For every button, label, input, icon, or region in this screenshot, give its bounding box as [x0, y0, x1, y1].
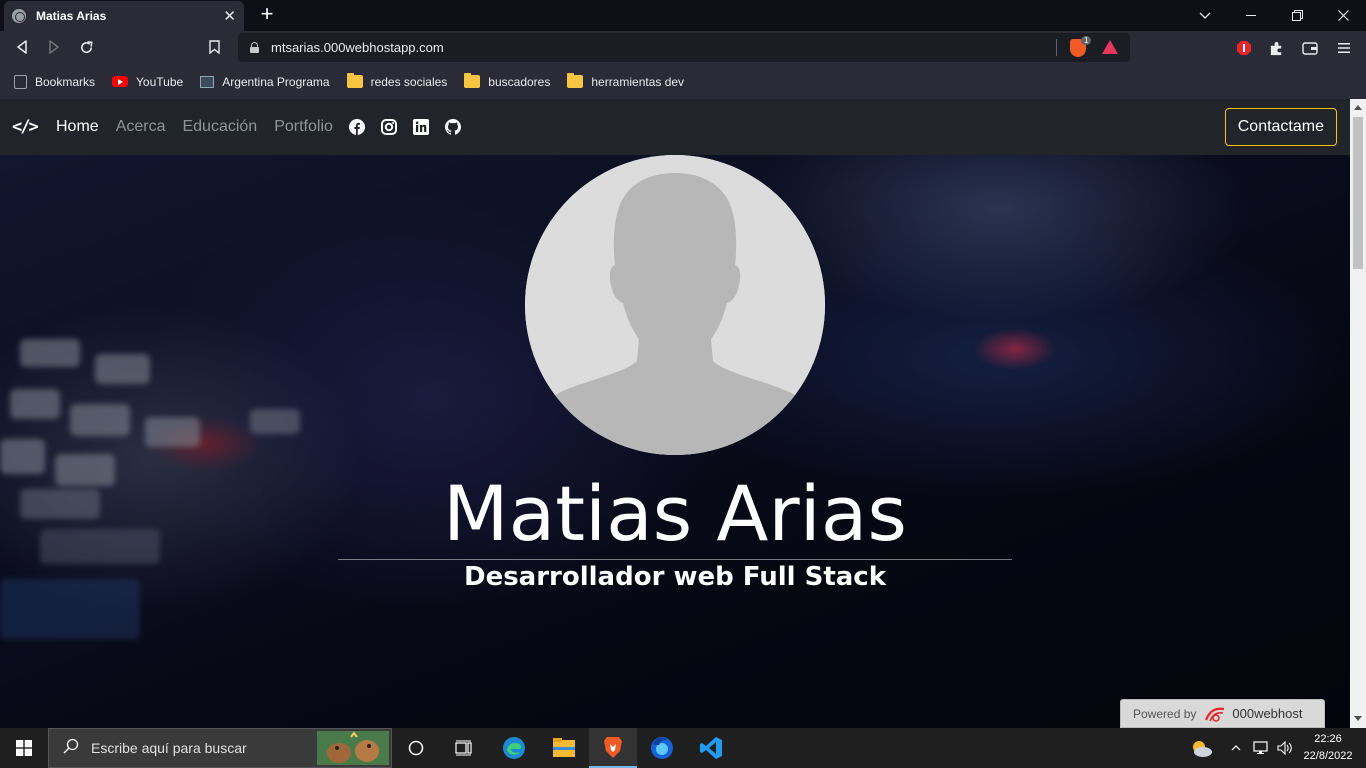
powered-by-badge[interactable]: Powered by 000webhost: [1120, 699, 1325, 728]
taskbar-search-box[interactable]: Escribe aquí para buscar: [48, 728, 392, 768]
wallet-icon[interactable]: [1300, 38, 1320, 58]
bookmark-youtube[interactable]: YouTube: [112, 75, 183, 89]
youtube-icon: [112, 76, 129, 87]
nav-portfolio[interactable]: Portfolio: [274, 118, 333, 136]
bookmark-folder-buscadores[interactable]: buscadores: [464, 73, 551, 89]
nav-home[interactable]: Home: [56, 118, 99, 136]
bookmark-label: buscadores: [488, 74, 551, 89]
address-url: mtsarias.000webhostapp.com: [271, 40, 444, 55]
windows-start-button[interactable]: [0, 728, 48, 768]
brave-app-icon[interactable]: [589, 728, 637, 768]
contact-button[interactable]: Contactame: [1224, 108, 1337, 146]
lock-icon: [250, 42, 259, 53]
windows-taskbar: Escribe aquí para buscar 22:26 22/8/2022: [0, 728, 1366, 768]
restore-button[interactable]: [1274, 0, 1320, 31]
menu-icon[interactable]: [1334, 38, 1354, 58]
reload-button[interactable]: [75, 36, 97, 58]
windows-logo-icon: [16, 740, 32, 756]
browser-tab[interactable]: Matias Arias ✕: [4, 1, 244, 31]
page-scrollbar[interactable]: [1350, 99, 1366, 728]
bookmark-label: Bookmarks: [35, 74, 96, 89]
browser-toolbar: mtsarias.000webhostapp.com 1: [0, 31, 1366, 64]
cortana-button[interactable]: [392, 728, 440, 768]
back-button[interactable]: [11, 36, 33, 58]
browser-titlebar: Matias Arias ✕ +: [0, 0, 1366, 31]
avatar-silhouette-icon: [525, 155, 825, 455]
argentina-programa-icon: [200, 75, 215, 88]
powered-by-brand: 000webhost: [1232, 706, 1303, 721]
clock-time: 22:26: [1314, 733, 1342, 745]
instagram-icon[interactable]: [380, 119, 397, 135]
000webhost-logo-icon: [1204, 706, 1226, 722]
minimize-button[interactable]: [1228, 0, 1274, 31]
bookmarks-icon: [14, 74, 27, 89]
clock-date: 22/8/2022: [1303, 750, 1353, 762]
bookmark-label: herramientas dev: [591, 74, 685, 89]
tab-title: Matias Arias: [36, 9, 107, 23]
bookmark-argentina-programa[interactable]: Argentina Programa: [200, 74, 330, 89]
search-icon: [63, 738, 79, 759]
new-tab-button[interactable]: +: [256, 3, 278, 27]
firefox-developer-app-icon[interactable]: [638, 728, 686, 768]
nav-educacion[interactable]: Educación: [182, 118, 257, 136]
bookmark-folder-herramientas-dev[interactable]: herramientas dev: [567, 73, 685, 89]
edge-app-icon[interactable]: [490, 728, 538, 768]
forward-button[interactable]: [43, 36, 65, 58]
omnibox-divider: [1056, 39, 1057, 56]
network-icon[interactable]: [1250, 728, 1272, 768]
weather-icon[interactable]: [1184, 728, 1218, 768]
task-view-button[interactable]: [440, 728, 488, 768]
brave-rewards-icon[interactable]: [1102, 40, 1118, 54]
hero-divider: [338, 559, 1012, 560]
hero-name: Matias Arias: [443, 469, 907, 558]
bookmarks-bar: Bookmarks YouTube Argentina Programa red…: [0, 64, 1366, 99]
search-placeholder: Escribe aquí para buscar: [91, 740, 247, 756]
bookmark-page-button[interactable]: [203, 36, 225, 58]
file-explorer-app-icon[interactable]: [540, 728, 588, 768]
folder-icon: [567, 73, 584, 88]
taskbar-clock[interactable]: 22:26 22/8/2022: [1296, 731, 1360, 765]
avatar: [525, 155, 825, 455]
powered-by-label: Powered by: [1133, 706, 1197, 721]
globe-icon: [12, 9, 26, 23]
site-navbar: </> Home Acerca Educación Portfolio Cont…: [0, 99, 1350, 155]
linkedin-icon[interactable]: [412, 119, 429, 135]
bookmark-label: YouTube: [136, 74, 184, 89]
bookmark-label: Argentina Programa: [222, 74, 330, 89]
close-tab-icon[interactable]: ✕: [223, 7, 236, 25]
nav-acerca[interactable]: Acerca: [116, 118, 166, 136]
address-bar[interactable]: mtsarias.000webhostapp.com 1: [238, 33, 1130, 62]
close-window-button[interactable]: [1320, 0, 1366, 31]
scroll-up-arrow-icon[interactable]: [1354, 105, 1362, 110]
facebook-icon[interactable]: [348, 119, 365, 135]
github-icon[interactable]: [444, 119, 461, 135]
hero-role: Desarrollador web Full Stack: [463, 562, 887, 592]
adblock-extension-icon[interactable]: [1234, 38, 1254, 58]
folder-icon: [464, 73, 481, 88]
show-hidden-icons-chevron-icon[interactable]: [1228, 728, 1244, 768]
folder-icon: [346, 73, 363, 88]
extensions-puzzle-icon[interactable]: [1266, 38, 1286, 58]
volume-icon[interactable]: [1274, 728, 1296, 768]
tab-search-chevron-icon[interactable]: [1182, 0, 1228, 31]
web-page: </> Home Acerca Educación Portfolio Cont…: [0, 99, 1350, 728]
bookmark-label: redes sociales: [370, 74, 448, 89]
brand-code-icon[interactable]: </>: [12, 117, 39, 137]
scrollbar-thumb[interactable]: [1353, 117, 1363, 269]
bookmark-bookmarks[interactable]: Bookmarks: [14, 74, 96, 89]
search-highlight-illustration-icon: [317, 731, 389, 768]
scroll-down-arrow-icon[interactable]: [1354, 716, 1362, 721]
bookmark-folder-redes-sociales[interactable]: redes sociales: [346, 73, 448, 89]
vscode-app-icon[interactable]: [687, 728, 735, 768]
shield-count-badge: 1: [1081, 36, 1092, 45]
